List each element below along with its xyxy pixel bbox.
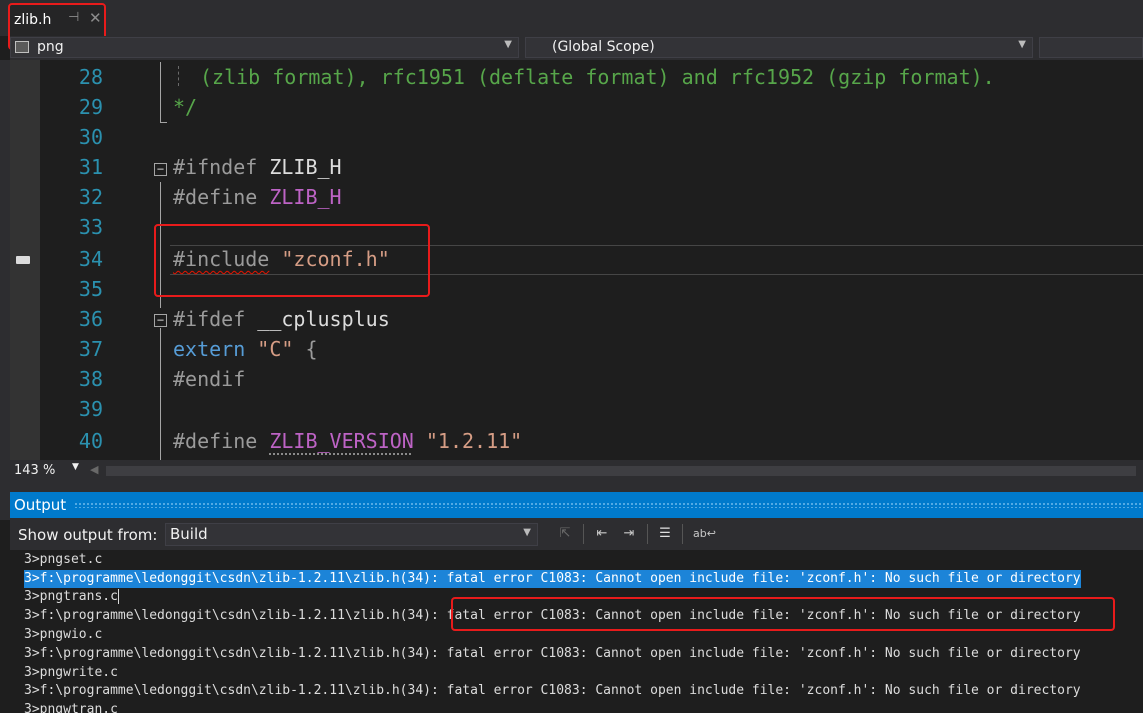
output-source-select[interactable]: Build ▼ (165, 523, 538, 546)
output-line: 3>pngwtran.c (24, 702, 118, 713)
line-number: 40 (78, 429, 103, 453)
code-line: 40 #define ZLIB_VERSION "1.2.11" (10, 426, 1143, 456)
clear-all-icon[interactable]: ☰ (655, 525, 675, 543)
brace: { (305, 337, 318, 361)
directive: #ifdef (173, 307, 246, 331)
string-literal: "C" (257, 337, 294, 361)
toolbar-separator (583, 524, 584, 544)
editor-status-bar: 143 % ▼ ◀ (10, 460, 1143, 482)
project-icon (15, 41, 29, 53)
line-number: 30 (78, 125, 103, 149)
zoom-value: 143 % (14, 463, 56, 478)
line-number: 37 (78, 337, 103, 361)
comment-text: */ (173, 95, 198, 119)
output-line-selected: 3>f:\programme\ledonggit\csdn\zlib-1.2.1… (24, 570, 1081, 588)
code-text: extern "C" { (173, 334, 318, 364)
directive: #define (173, 185, 258, 209)
navigation-bar: png ▼ (Global Scope) ▼ (10, 36, 1143, 60)
output-line-text: 3>pngtrans.c (24, 589, 118, 604)
code-text: #ifndef ZLIB_H (173, 152, 342, 182)
line-number: 36 (78, 307, 103, 331)
text-cursor (117, 589, 119, 604)
line-number: 34 (78, 247, 103, 271)
code-line: 37 extern "C" { (10, 334, 1143, 364)
chevron-down-icon: ▼ (504, 39, 512, 50)
code-text: #ifdef __cplusplus (173, 304, 390, 334)
code-line: 38 #endif (10, 364, 1143, 394)
macro-name: ZLIB_VERSION (269, 429, 414, 453)
line-number: 32 (78, 185, 103, 209)
output-text-area[interactable]: 3>pngset.c 3>f:\programme\ledonggit\csdn… (10, 550, 1143, 713)
output-toolbar: Show output from: Build ▼ ⇱ ⇤ ⇥ ☰ ab↩ (10, 518, 1143, 550)
identifier: __cplusplus (257, 307, 390, 331)
highlight-box-include (154, 224, 430, 297)
left-edge-strip (0, 60, 10, 520)
line-number: 31 (78, 155, 103, 179)
output-title: Output (14, 496, 67, 514)
document-tab-strip (0, 0, 1143, 36)
keyword: extern (173, 337, 246, 361)
comment-text: (zlib format), rfc1951 (deflate format) … (200, 65, 995, 89)
code-line: 30 (10, 122, 1143, 152)
go-to-next-message-icon[interactable]: ⇥ (619, 525, 639, 543)
scope-dropdown[interactable]: (Global Scope) ▼ (525, 37, 1033, 58)
zoom-dropdown[interactable]: 143 % ▼ (10, 461, 86, 481)
code-line: 28 (zlib format), rfc1951 (deflate forma… (10, 62, 1143, 92)
scroll-left-icon[interactable]: ◀ (90, 463, 98, 476)
panel-separator (0, 482, 1143, 492)
output-line: 3>f:\programme\ledonggit\csdn\zlib-1.2.1… (24, 683, 1081, 698)
output-line: 3>pngwio.c (24, 627, 103, 642)
project-label: png (37, 39, 64, 55)
chevron-down-icon: ▼ (72, 462, 79, 472)
code-line: 39 (10, 394, 1143, 424)
scope-label: (Global Scope) (552, 39, 655, 55)
line-number: 28 (78, 65, 103, 89)
line-number: 38 (78, 367, 103, 391)
member-dropdown[interactable] (1039, 37, 1143, 58)
code-line: 31 #ifndef ZLIB_H (10, 152, 1143, 182)
directive: #define (173, 429, 258, 453)
chevron-down-icon: ▼ (1018, 39, 1026, 50)
output-line: 3>pngset.c (24, 552, 103, 567)
toolbar-separator (647, 524, 648, 544)
macro-name: ZLIB_H (269, 185, 342, 209)
horizontal-scrollbar[interactable] (106, 466, 1136, 476)
output-line: 3>pngwrite.c (24, 665, 118, 680)
code-line: 29 */ (10, 92, 1143, 122)
highlight-box-error (451, 597, 1115, 631)
find-message-icon[interactable]: ⇱ (555, 525, 575, 543)
output-line: 3>pngtrans.c (24, 588, 119, 606)
line-number: 33 (78, 215, 103, 239)
project-dropdown[interactable]: png ▼ (10, 37, 519, 58)
toggle-word-wrap-icon[interactable]: ab↩ (693, 525, 716, 543)
output-source-value: Build (170, 525, 208, 543)
line-number: 35 (78, 277, 103, 301)
directive: #endif (173, 367, 246, 391)
string-literal: "1.2.11" (425, 429, 523, 453)
code-text: #define ZLIB_VERSION "1.2.11" (173, 426, 522, 456)
go-to-previous-message-icon[interactable]: ⇤ (592, 525, 612, 543)
identifier: ZLIB_H (269, 155, 342, 179)
code-line: 32 #define ZLIB_H (10, 182, 1143, 212)
line-number: 29 (78, 95, 103, 119)
output-line: 3>f:\programme\ledonggit\csdn\zlib-1.2.1… (24, 646, 1081, 661)
show-output-label: Show output from: (18, 526, 158, 544)
code-text: #define ZLIB_H (173, 182, 342, 212)
toolbar-separator (682, 524, 683, 544)
output-panel-title-bar[interactable]: Output (10, 492, 1143, 518)
directive: #ifndef (173, 155, 258, 179)
line-number: 39 (78, 397, 103, 421)
code-line: 36 #ifdef __cplusplus (10, 304, 1143, 334)
chevron-down-icon: ▼ (523, 527, 531, 538)
title-drag-grip (74, 502, 1143, 508)
